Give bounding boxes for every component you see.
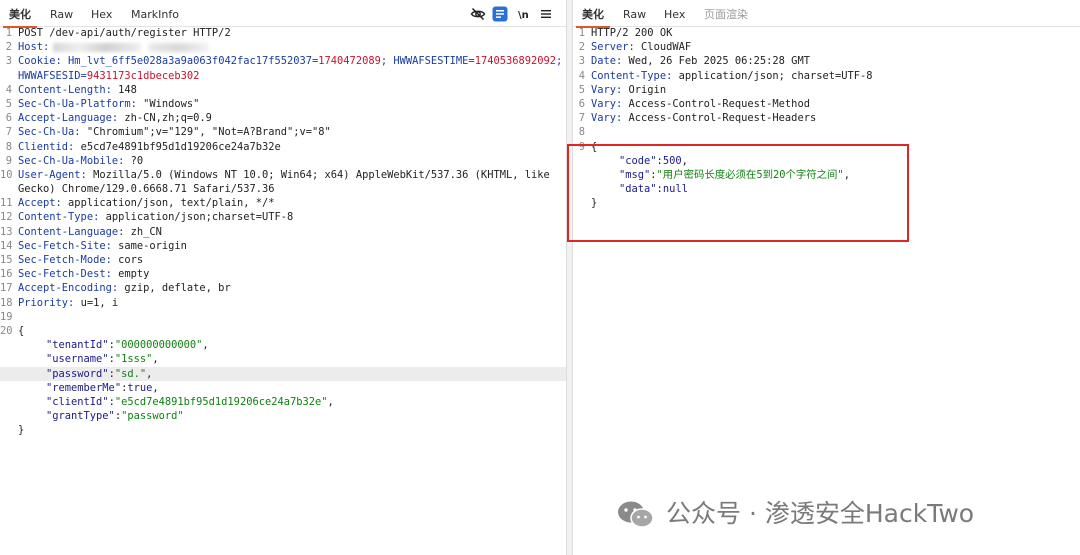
json-line: "rememberMe":true, — [46, 381, 159, 394]
code-line: 9{ — [578, 140, 598, 153]
code-line-wrap: HWWAFSESID=9431173c1dbeceb302 — [18, 69, 200, 82]
watermark: 公众号 · 渗透安全HackTwo — [616, 496, 974, 532]
code-line: 18 Priority: u=1, i — [0, 296, 119, 309]
code-line: 4 Content-Length: 148 — [5, 83, 137, 96]
code-line: 7 Vary: Access-Control-Request-Headers — [578, 112, 817, 125]
json-line: "grantType":"password" — [46, 410, 184, 423]
code-line: 8 Clientid: e5cd7e4891bf95d1d19206ce24a7b… — [5, 140, 281, 153]
response-tab-pretty[interactable]: 美化 — [576, 9, 610, 28]
json-line: } — [591, 197, 598, 210]
code-line: 3 Date: Wed, 26 Feb 2025 06:25:28 GMT — [578, 55, 810, 68]
code-line: 3 Cookie: Hm_lvt_6ff5e028a3a9a063f042fac1… — [5, 55, 563, 68]
svg-text:\n: \n — [518, 10, 529, 21]
request-tab-markinfo[interactable]: MarkInfo — [131, 9, 179, 21]
code-line: 6 Accept-Language: zh-CN,zh;q=0.9 — [5, 112, 212, 125]
response-editor[interactable]: 1 HTTP/2 200 OK 2 Server: CloudWAF 3 Date: … — [573, 26, 1080, 210]
request-editor[interactable]: 1 POST /dev-api/auth/register HTTP/2 2 Hos… — [0, 26, 566, 437]
code-line: 2 Host: — [0, 40, 566, 54]
request-toolbar: \n — [470, 6, 554, 22]
code-line: 5 Sec-Ch-Ua-Platform: "Windows" — [5, 97, 200, 110]
code-line: 2 Server: CloudWAF — [578, 41, 692, 54]
json-line: } — [18, 424, 25, 437]
json-line: "username":"1sss", — [46, 353, 159, 366]
code-line: 1 POST /dev-api/auth/register HTTP/2 — [5, 27, 231, 39]
json-line-highlighted: "password":"sd.", — [0, 366, 566, 381]
code-line: 15 Sec-Fetch-Mode: cors — [0, 254, 144, 266]
response-pane: 美化 Raw Hex 页面渲染 1 HTTP/2 200 OK 2 Server: … — [573, 0, 1080, 555]
wechat-icon — [616, 500, 656, 530]
code-line: 9 Sec-Ch-Ua-Mobile: ?0 — [5, 154, 144, 167]
menu-icon[interactable] — [538, 6, 554, 22]
request-pane: 美化 Raw Hex MarkInfo \n 1 POST /dev-api/au… — [0, 0, 566, 555]
code-line: 10 User-Agent: Mozilla/5.0 (Windows NT 10… — [0, 168, 550, 181]
code-line: 13 Content-Language: zh_CN — [0, 225, 162, 238]
code-line: 7 Sec-Ch-Ua: "Chromium";v="129", "Not=A?B… — [5, 126, 331, 139]
code-line-wrap: Gecko) Chrome/129.0.6668.71 Safari/537.3… — [18, 183, 275, 196]
code-line: 6 Vary: Access-Control-Request-Method — [578, 97, 810, 110]
json-line: "msg":"用户密码长度必须在5到20个字符之间", — [619, 168, 850, 181]
json-line: "code":500, — [619, 154, 688, 167]
pane-splitter[interactable] — [566, 0, 573, 555]
redacted-host-tail — [149, 42, 210, 52]
code-line: 11 Accept: application/json, text/plain, … — [0, 197, 275, 210]
code-line: 14 Sec-Fetch-Site: same-origin — [0, 239, 187, 252]
code-line: 1 HTTP/2 200 OK — [578, 27, 673, 39]
request-tab-pretty[interactable]: 美化 — [3, 9, 37, 28]
newline-icon[interactable]: \n — [516, 6, 532, 22]
code-line: 8 — [578, 126, 585, 139]
redacted-host — [53, 42, 142, 52]
code-line: 17 Accept-Encoding: gzip, deflate, br — [0, 282, 231, 295]
code-line: 4 Content-Type: application/json; charset… — [578, 69, 873, 82]
code-line: 16 Sec-Fetch-Dest: empty — [0, 268, 150, 281]
response-tabs: 美化 Raw Hex 页面渲染 — [573, 0, 1080, 28]
json-line: "tenantId":"000000000000", — [46, 339, 209, 352]
response-tab-raw[interactable]: Raw — [623, 9, 646, 21]
code-line: 19 — [0, 310, 13, 323]
request-tab-hex[interactable]: Hex — [91, 9, 112, 21]
code-line: 20{ — [0, 324, 25, 337]
watermark-text: 公众号 · 渗透安全HackTwo — [666, 499, 975, 528]
code-line: 12 Content-Type: application/json;charset… — [0, 211, 294, 224]
response-tab-hex[interactable]: Hex — [664, 9, 685, 21]
wrap-icon[interactable] — [492, 6, 508, 22]
json-line: "clientId":"e5cd7e4891bf95d1d19206ce24a7… — [46, 395, 334, 408]
code-line: 5 Vary: Origin — [578, 83, 667, 96]
request-tab-raw[interactable]: Raw — [50, 9, 73, 21]
response-tab-render[interactable]: 页面渲染 — [704, 9, 748, 21]
json-line: "data":null — [619, 183, 688, 196]
eye-off-icon[interactable] — [470, 6, 486, 22]
request-tabs: 美化 Raw Hex MarkInfo \n — [0, 0, 566, 28]
